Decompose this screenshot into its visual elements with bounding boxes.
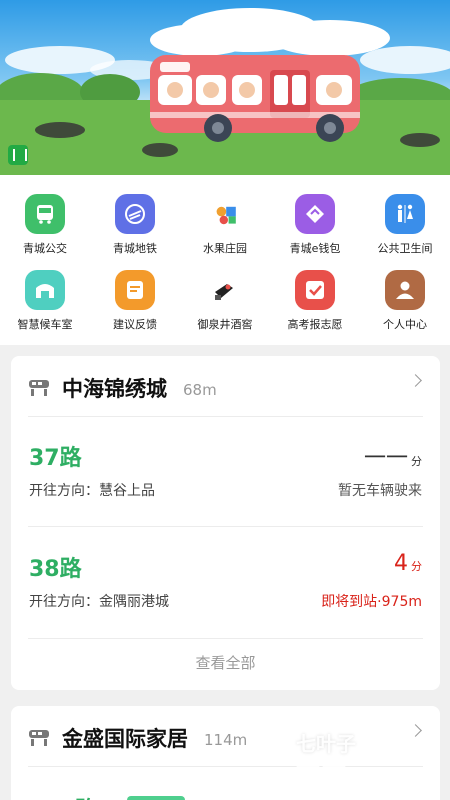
grid-label: 智慧候车室 <box>17 318 73 331</box>
route-eta: 4分 <box>394 551 422 576</box>
restroom-icon <box>385 194 425 234</box>
divider <box>28 416 423 417</box>
chevron-right-icon[interactable] <box>409 724 422 737</box>
feedback-icon <box>115 270 155 310</box>
route-direction: 开往方向：慧谷上品 <box>29 483 155 499</box>
chevron-right-icon[interactable] <box>409 374 422 387</box>
bus-stop-icon <box>29 380 49 396</box>
divider <box>28 526 423 527</box>
grid-item-wine-cellar[interactable]: 御泉井酒窖 <box>180 270 270 332</box>
user-center-icon <box>385 270 425 310</box>
bus-stop-icon <box>29 730 49 746</box>
grid-item-bus[interactable]: 青城公交 <box>0 194 90 256</box>
fruit-farm-icon <box>205 194 245 234</box>
grid-label: 高考报志愿 <box>287 318 343 331</box>
grid-label: 青城e钱包 <box>289 242 341 255</box>
grid-label: 水果庄园 <box>203 242 247 255</box>
station-header[interactable]: 中海锦绣城 68m <box>28 370 217 406</box>
eta-value: 一一 <box>363 446 408 471</box>
route-status: 暂无车辆驶来 <box>338 483 422 499</box>
grid-label: 青城公交 <box>23 242 67 255</box>
station-name: 金盛国际家居 <box>62 727 188 751</box>
wallet-icon <box>295 194 335 234</box>
grid-item-metro[interactable]: 青城地铁 <box>90 194 180 256</box>
wine-cellar-icon <box>205 270 245 310</box>
station-name: 中海锦绣城 <box>62 377 167 401</box>
grid-item-wallet[interactable]: 青城e钱包 <box>270 194 360 256</box>
bus-icon <box>25 194 65 234</box>
grid-item-restroom[interactable]: 公共卫生间 <box>360 194 450 256</box>
grid-item-fruit-farm[interactable]: 水果庄园 <box>180 194 270 256</box>
divider <box>28 638 423 639</box>
route-number: 303路 <box>29 792 97 800</box>
exam-checklist-icon <box>295 270 335 310</box>
metro-icon <box>115 194 155 234</box>
route-row[interactable]: 37路 开往方向：慧谷上品 一一分 暂无车辆驶来 <box>29 440 422 540</box>
grid-label: 青城地铁 <box>113 242 157 255</box>
grid-label: 公共卫生间 <box>377 242 433 255</box>
station-header[interactable]: 金盛国际家居 114m <box>28 720 247 756</box>
grid-label: 建议反馈 <box>113 318 157 331</box>
route-eta: 一一分 <box>364 440 422 472</box>
grid-item-feedback[interactable]: 建议反馈 <box>90 270 180 332</box>
grid-item-user-center[interactable]: 个人中心 <box>360 270 450 332</box>
route-direction: 开往方向：金隅丽港城 <box>29 594 169 610</box>
route-number: 37路 <box>29 446 82 471</box>
station-distance: 68m <box>183 381 217 399</box>
eta-unit: 分 <box>411 560 422 573</box>
grid-item-exam[interactable]: 高考报志愿 <box>270 270 360 332</box>
bus-illustration <box>0 8 450 175</box>
grid-label: 个人中心 <box>383 318 427 331</box>
view-all-button[interactable]: 查看全部 <box>11 652 440 673</box>
route-row[interactable]: 38路 开往方向：金隅丽港城 4分 即将到站·975m <box>29 551 422 651</box>
grid-item-waiting-room[interactable]: 智慧候车室 <box>0 270 90 332</box>
eta-unit: 分 <box>411 455 422 468</box>
service-grid: 青城公交 青城地铁 水果庄园 青城e钱包 公共卫生间 智慧候车室 建议反馈 御泉… <box>0 175 450 345</box>
watermark-site: 7YZ.COM <box>354 766 414 777</box>
watermark-brand: 七叶子 <box>296 732 356 756</box>
eta-value: 4 <box>394 551 408 576</box>
station-card: 中海锦绣城 68m 37路 开往方向：慧谷上品 一一分 暂无车辆驶来 38路 开… <box>11 356 440 690</box>
waiting-room-icon <box>25 270 65 310</box>
banner-badge-icon <box>8 145 28 165</box>
promo-banner[interactable] <box>0 0 450 175</box>
grid-label: 御泉井酒窖 <box>197 318 253 331</box>
station-distance: 114m <box>204 731 248 749</box>
station-card: 金盛国际家居 114m 303路 <box>11 706 440 800</box>
route-number: 38路 <box>29 557 82 582</box>
route-tag <box>127 796 185 800</box>
route-status: 即将到站·975m <box>321 594 422 610</box>
